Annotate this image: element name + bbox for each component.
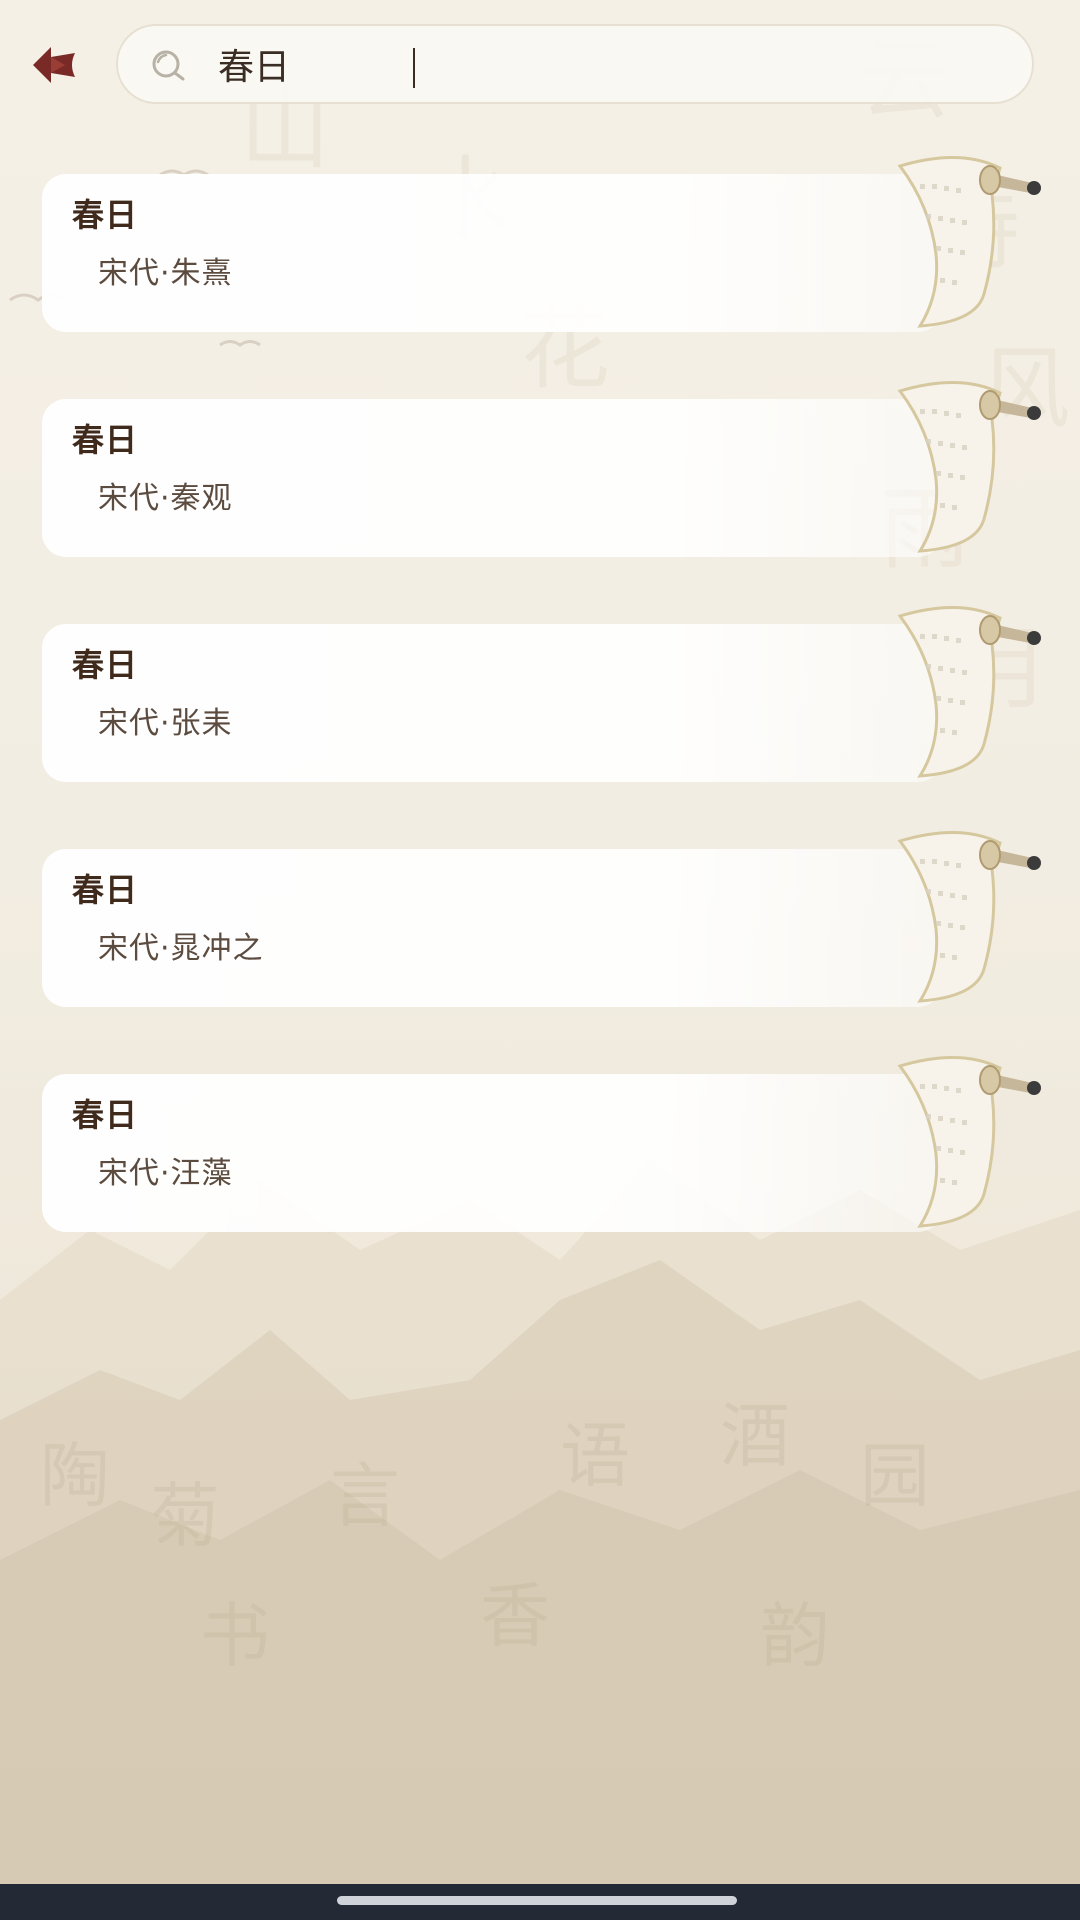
poem-author: 宋代·晁冲之: [98, 931, 264, 966]
svg-text:香: 香: [480, 1575, 550, 1657]
svg-text:园: 园: [860, 1435, 930, 1517]
svg-text:韵: 韵: [760, 1595, 830, 1677]
poem-author: 宋代·朱熹: [98, 256, 233, 291]
svg-text:陶: 陶: [40, 1435, 110, 1517]
result-card[interactable]: 春日 宋代·晁冲之: [42, 849, 942, 1007]
svg-text:言: 言: [330, 1455, 400, 1537]
poem-title: 春日: [72, 646, 139, 684]
back-arrow-icon: [33, 47, 75, 83]
result-card[interactable]: 春日 宋代·朱熹: [42, 174, 942, 332]
text-caret: [413, 48, 415, 88]
svg-text:书: 书: [200, 1595, 270, 1677]
scroll-icon: [897, 155, 1041, 328]
poem-title: 春日: [72, 871, 139, 909]
result-card[interactable]: 春日 宋代·张耒: [42, 624, 942, 782]
search-input[interactable]: [218, 36, 998, 92]
scroll-icon: [897, 1055, 1041, 1228]
search-icon: [152, 50, 185, 81]
poem-author: 宋代·张耒: [98, 706, 233, 741]
poem-title: 春日: [72, 1096, 139, 1134]
result-card[interactable]: 春日 宋代·汪藻: [42, 1074, 942, 1232]
home-indicator[interactable]: [337, 1896, 737, 1905]
poem-title: 春日: [72, 421, 139, 459]
search-header: [0, 0, 1080, 140]
svg-text:菊: 菊: [150, 1475, 220, 1557]
scroll-icon: [897, 380, 1041, 553]
poem-author: 宋代·秦观: [98, 481, 233, 516]
poem-author: 宋代·汪藻: [98, 1156, 233, 1191]
system-nav-bar: [0, 1884, 1080, 1920]
scroll-icon: [897, 830, 1041, 1003]
result-card[interactable]: 春日 宋代·秦观: [42, 399, 942, 557]
svg-text:语: 语: [560, 1415, 630, 1497]
back-button[interactable]: [24, 30, 86, 100]
search-box[interactable]: [116, 24, 1034, 104]
poem-title: 春日: [72, 196, 139, 234]
svg-text:酒: 酒: [720, 1395, 790, 1477]
scroll-icon: [897, 605, 1041, 778]
